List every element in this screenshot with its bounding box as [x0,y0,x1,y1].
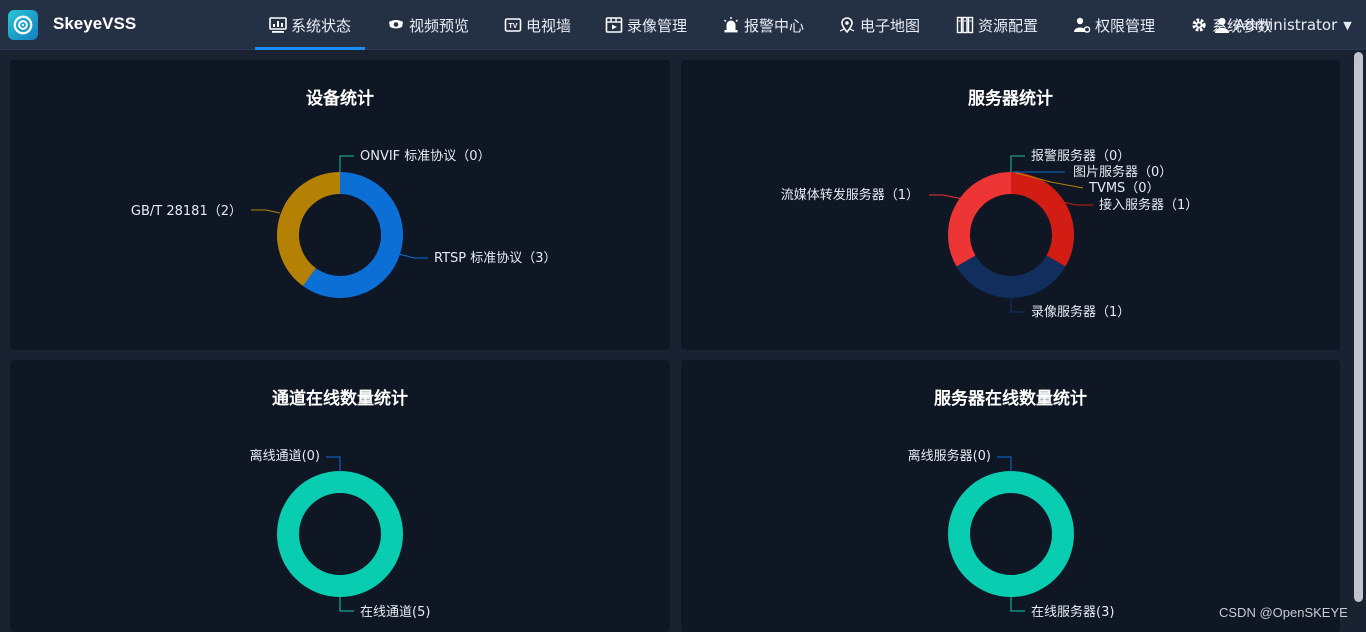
map-pin-icon [838,16,856,34]
user-gear-icon [1073,16,1091,34]
donut-segment-3[interactable] [1010,172,1074,267]
nav-item-label: 电视墙 [526,16,572,35]
leader-line-offline-server [997,456,1012,472]
channel-online-panel: 通道在线数量统计 离线通道(0) 在线通道(5) [10,360,670,632]
nav-item-electronic-map[interactable]: 电子地图 [838,0,920,50]
donut-segment-4[interactable] [956,255,1066,298]
svg-text:TV: TV [509,23,518,30]
device-stats-panel: 设备统计 ONVIF 标准协议（0） RTSP 标准协议（3） GB/T 281… [10,60,670,350]
server-online-donut [948,471,1074,597]
server-donut [948,172,1074,298]
leader-line-onvif [339,155,354,172]
nav-item-label: 录像管理 [627,16,688,35]
server-stats-chart: 报警服务器（0） 图片服务器（0） TVMS（0） 接入服务器（1） 录像服务器… [781,148,1199,320]
donut-segment-1[interactable] [277,471,403,597]
nav-item-label: 报警中心 [744,16,805,35]
vertical-scrollbar-thumb[interactable] [1354,52,1363,602]
label-recording-server: 录像服务器（1） [1031,304,1130,320]
server-rack-icon [956,16,974,34]
nav-item-tv-wall[interactable]: TV 电视墙 [504,0,571,50]
nav-item-label: 电子地图 [860,16,921,35]
label-offline-channel: 离线通道(0) [250,448,320,464]
leader-line-offline-channel [326,456,341,472]
alarm-light-icon [722,16,740,34]
top-navigation-bar: SkeyeVSS 系统状态 视频预览 TV 电视墙 录像管理 报警中心 电子地图… [0,0,1366,50]
label-online-channel: 在线通道(5) [360,605,430,620]
app-logo-icon[interactable] [8,10,38,40]
nav-item-alarm-center[interactable]: 报警中心 [722,0,804,50]
channel-online-donut [277,471,403,597]
label-online-server: 在线服务器(3) [1031,604,1114,620]
server-online-panel: 服务器在线数量统计 离线服务器(0) 在线服务器(3) [681,360,1340,632]
channel-online-chart: 离线通道(0) 在线通道(5) [250,448,431,620]
user-icon [1213,16,1231,34]
nav-item-resource-config[interactable]: 资源配置 [956,0,1038,50]
gear-icon [1190,16,1208,34]
server-online-chart: 离线服务器(0) 在线服务器(3) [908,448,1115,620]
label-rtsp: RTSP 标准协议（3） [434,251,557,266]
donut-segment-1[interactable] [302,172,403,298]
label-offline-server: 离线服务器(0) [908,448,991,464]
device-donut [277,172,403,298]
nav-item-label: 权限管理 [1095,16,1156,35]
label-onvif: ONVIF 标准协议（0） [360,149,491,164]
device-stats-chart: ONVIF 标准协议（0） RTSP 标准协议（3） GB/T 28181（2） [131,149,557,298]
leader-line-gbt [251,209,281,214]
leader-line-online-channel [339,597,354,612]
leader-line-alarm-server [1010,155,1025,172]
nav-item-recording-management[interactable]: 录像管理 [605,0,687,50]
nav-item-label: 系统状态 [291,16,352,35]
nav-item-label: 资源配置 [978,16,1039,35]
label-alarm-server: 报警服务器（0） [1031,148,1130,164]
nav-item-label: 视频预览 [409,16,470,35]
chevron-down-icon: ▼ [1343,18,1352,32]
nav-item-permission-management[interactable]: 权限管理 [1073,0,1155,50]
server-stats-panel: 服务器统计 报警服务器（0） 图片服务器（0） TVMS（0） 接入服务器（1）… [681,60,1340,350]
label-image-server: 图片服务器（0） [1073,164,1172,180]
watermark: CSDN @OpenSKEYE [1219,605,1348,620]
donut-segment-2[interactable] [277,172,341,286]
user-menu[interactable]: Administrator ▼ [1213,0,1352,50]
label-gbt: GB/T 28181（2） [131,204,242,219]
label-stream-server: 流媒体转发服务器（1） [781,187,919,203]
nav-item-video-preview[interactable]: 视频预览 [387,0,469,50]
user-name: Administrator [1235,16,1338,34]
nav-item-system-status[interactable]: 系统状态 [254,0,366,50]
leader-line-rtsp [398,253,428,259]
leader-line-online-server [1010,597,1025,612]
donut-segment-1[interactable] [948,471,1074,597]
leader-line-recording-server [1010,298,1025,313]
app-brand-name: SkeyeVSS [53,14,137,33]
label-tvms: TVMS（0） [1088,181,1160,196]
monitor-chart-icon [269,16,287,34]
tv-icon: TV [504,16,522,34]
camera-icon [387,16,405,34]
donut-segment-5[interactable] [948,172,1012,267]
label-access-server: 接入服务器（1） [1099,197,1198,213]
film-icon [605,16,623,34]
